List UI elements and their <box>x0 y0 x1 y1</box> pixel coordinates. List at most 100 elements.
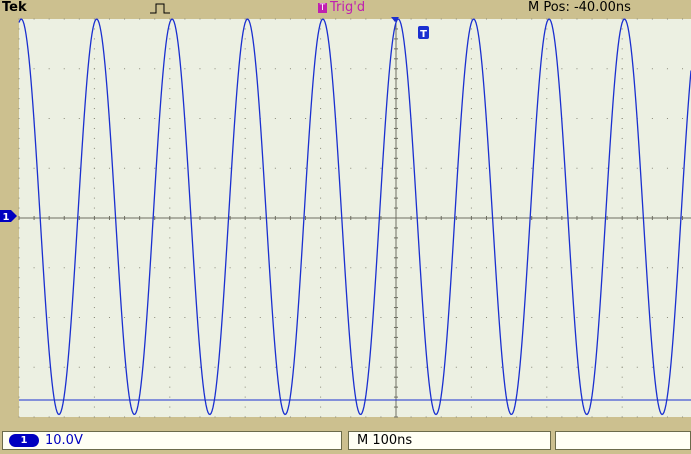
grid-dot <box>636 317 638 318</box>
grid-dot <box>470 297 472 299</box>
grid-dot <box>244 147 246 149</box>
grid-dot <box>682 267 684 269</box>
grid-dot <box>274 68 276 70</box>
grid-dot <box>470 326 472 328</box>
trigger-status: T Trig'd <box>318 0 365 16</box>
grid-dot <box>335 267 337 269</box>
grid-dot <box>546 127 548 129</box>
grid-dot <box>169 207 171 209</box>
grid-dot <box>470 58 472 60</box>
grid-dot <box>33 416 35 418</box>
grid-dot <box>93 416 95 418</box>
grid-dot <box>199 68 201 70</box>
grid-dot <box>124 118 126 119</box>
grid-dot <box>591 18 593 20</box>
grid-dot <box>516 317 518 318</box>
grid-dot <box>169 88 171 90</box>
grid-dot <box>169 127 171 129</box>
grid-dot <box>18 48 20 50</box>
grid-dot <box>651 366 653 368</box>
grid-dot <box>365 167 367 169</box>
grid-dot <box>682 18 684 20</box>
grid-dot <box>93 68 95 70</box>
grid-dot <box>425 167 427 169</box>
grid-dot <box>93 197 95 199</box>
grid-dot <box>591 167 593 169</box>
grid-dot <box>305 267 307 269</box>
grid-dot <box>244 118 246 119</box>
grid-dot <box>169 287 171 289</box>
grid-dot <box>18 376 20 378</box>
grid-dot <box>154 68 156 70</box>
grid-dot <box>124 68 126 70</box>
grid-dot <box>546 137 548 139</box>
channel1-scale-field[interactable]: 1 10.0V <box>2 431 342 450</box>
horizontal-position-readout: M Pos: -40.00ns <box>528 0 631 15</box>
grid-dot <box>546 227 548 229</box>
grid-dot <box>154 366 156 368</box>
grid-dot <box>546 118 548 119</box>
grid-dot <box>591 118 593 119</box>
grid-dot <box>199 317 201 318</box>
grid-dot <box>184 317 186 318</box>
grid-dot <box>78 68 80 70</box>
grid-dot <box>501 366 503 368</box>
grid-dot <box>244 98 246 100</box>
grid-dot <box>591 416 593 418</box>
grid-dot <box>380 317 382 318</box>
grid-dot <box>93 386 95 388</box>
grid-dot <box>350 317 352 318</box>
trigger-status-text: Trig'd <box>330 0 366 15</box>
grid-dot <box>244 88 246 90</box>
grid-dot <box>305 167 307 169</box>
grid-dot <box>621 297 623 299</box>
grid-dot <box>244 346 246 348</box>
grid-dot <box>546 267 548 269</box>
grid-dot <box>124 366 126 368</box>
grid-dot <box>93 177 95 179</box>
grid-dot <box>93 326 95 328</box>
grid-dot <box>18 277 20 279</box>
grid-dot <box>184 68 186 70</box>
grid-dot <box>18 127 20 129</box>
grid-dot <box>18 78 20 80</box>
grid-dot <box>244 18 246 20</box>
grid-dot <box>169 157 171 159</box>
grid-dot <box>305 416 307 418</box>
grid-dot <box>78 416 80 418</box>
grid-dot <box>651 317 653 318</box>
grid-dot <box>18 28 20 30</box>
grid-dot <box>576 267 578 269</box>
grid-dot <box>621 88 623 90</box>
grid-dot <box>470 137 472 139</box>
grid-dot <box>546 167 548 169</box>
grid-dot <box>335 416 337 418</box>
grid-dot <box>18 177 20 179</box>
grid-dot <box>591 68 593 70</box>
grid-dot <box>470 98 472 100</box>
grid-dot <box>259 18 261 20</box>
grid-dot <box>470 127 472 129</box>
grid-dot <box>621 267 623 269</box>
grid-dot <box>108 416 110 418</box>
grid-dot <box>289 267 291 269</box>
grid-dot <box>169 98 171 100</box>
grid-dot <box>501 118 503 119</box>
grid-dot <box>546 257 548 259</box>
grid-dot <box>18 257 20 259</box>
grid-dot <box>546 48 548 50</box>
grid-dot <box>455 317 457 318</box>
grid-dot <box>546 18 548 20</box>
grid-dot <box>666 267 668 269</box>
timebase-field[interactable]: M 100ns <box>348 431 551 450</box>
grid-dot <box>666 366 668 368</box>
grid-dot <box>139 267 141 269</box>
grid-dot <box>289 366 291 368</box>
grid-dot <box>93 187 95 189</box>
channel1-volts-per-div: 10.0V <box>45 433 83 448</box>
grid-dot <box>289 167 291 169</box>
grid-dot <box>621 277 623 279</box>
grid-dot <box>470 118 472 119</box>
grid-dot <box>621 127 623 129</box>
extra-readout-field <box>555 431 691 450</box>
